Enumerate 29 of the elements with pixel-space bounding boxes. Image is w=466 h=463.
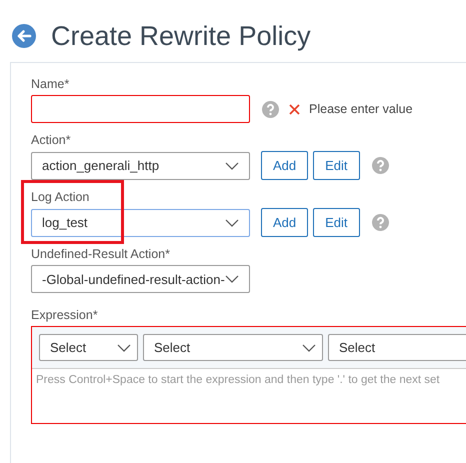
expression-dropdown[interactable]: Select [143, 334, 323, 361]
error-message: Please enter value [309, 102, 413, 116]
field-label: Undefined-Result Action* [31, 246, 171, 262]
action-button[interactable]: Add [261, 208, 308, 237]
expression-dropdown[interactable]: Select [328, 334, 466, 361]
chevron-down-icon [225, 275, 239, 283]
chevron-down-icon [225, 162, 239, 170]
expression-placeholder: Press Control+Space to start the expression and then type '.' to get the next set [35, 373, 441, 386]
help-icon[interactable] [262, 100, 279, 118]
chevron-down-icon [302, 344, 316, 352]
chevron-down-icon [117, 344, 131, 352]
field-label: Name* [31, 76, 70, 92]
expression-dropdown[interactable]: Select [39, 334, 138, 361]
expression-editor[interactable]: Select Select Select Press Control+Space to start the expression and then type '.' to get the next set [31, 326, 466, 424]
field-label: Expression* [31, 307, 99, 323]
action-button[interactable]: Add [261, 151, 308, 180]
action-button[interactable]: Edit [313, 208, 360, 237]
action-button[interactable]: Edit [313, 151, 360, 180]
name-input-field[interactable] [31, 95, 250, 123]
field-label: Log Action [31, 189, 90, 205]
dropdown[interactable]: log_test [31, 208, 250, 236]
dropdown[interactable]: -Global-undefined-result-action- [31, 265, 250, 293]
error-icon [289, 104, 300, 114]
help-icon[interactable] [372, 214, 389, 231]
chevron-down-icon [225, 218, 239, 226]
page-title: Create Rewrite Policy [51, 20, 311, 52]
field-label: Action* [31, 132, 72, 148]
help-icon[interactable] [372, 157, 389, 174]
dropdown[interactable]: action_generali_http [31, 152, 250, 180]
